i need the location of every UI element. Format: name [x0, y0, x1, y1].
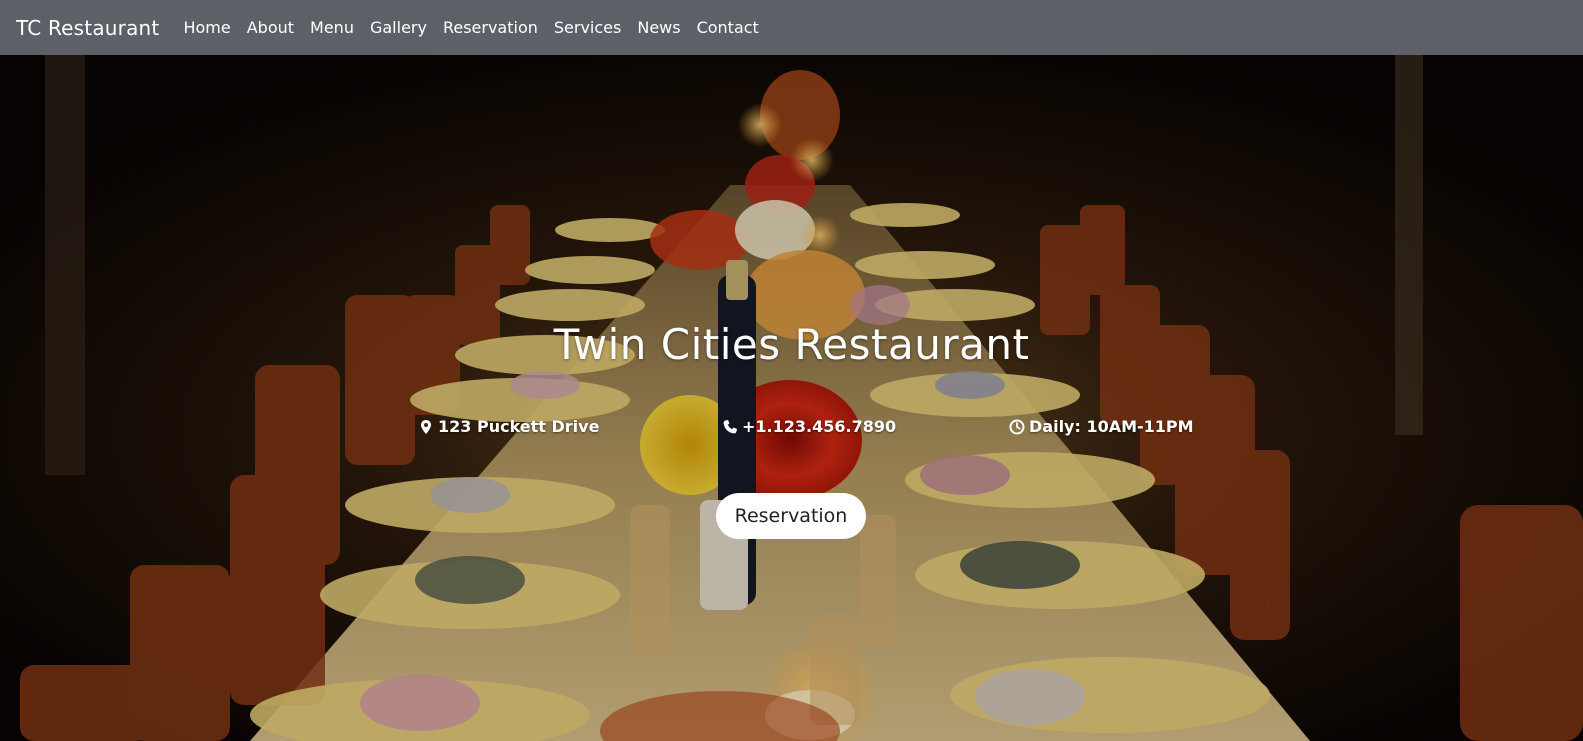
- nav-link-news[interactable]: News: [637, 18, 680, 37]
- nav-link-about[interactable]: About: [247, 18, 294, 37]
- map-marker-icon: [418, 419, 434, 435]
- hero-section: Twin Cities Restaurant 123 Puckett Drive…: [0, 55, 1583, 741]
- nav-links: Home About Menu Gallery Reservation Serv…: [183, 18, 774, 37]
- hours-info: Daily: 10AM-11PM: [1009, 417, 1194, 436]
- nav-link-contact[interactable]: Contact: [697, 18, 759, 37]
- phone-info: +1.123.456.7890: [722, 417, 896, 436]
- brand-logo[interactable]: TC Restaurant: [16, 16, 159, 40]
- hero-title: Twin Cities Restaurant: [553, 320, 1030, 369]
- nav-link-home[interactable]: Home: [183, 18, 230, 37]
- address-text: 123 Puckett Drive: [438, 417, 600, 436]
- hero-background-image: [0, 55, 1583, 741]
- nav-link-menu[interactable]: Menu: [310, 18, 354, 37]
- nav-link-services[interactable]: Services: [554, 18, 621, 37]
- address-info: 123 Puckett Drive: [418, 417, 599, 436]
- hours-text: Daily: 10AM-11PM: [1029, 417, 1194, 436]
- phone-icon: [722, 419, 738, 435]
- reservation-button[interactable]: Reservation: [716, 493, 866, 539]
- phone-text[interactable]: +1.123.456.7890: [742, 417, 896, 436]
- nav-link-gallery[interactable]: Gallery: [370, 18, 427, 37]
- nav-link-reservation[interactable]: Reservation: [443, 18, 538, 37]
- navbar: TC Restaurant Home About Menu Gallery Re…: [0, 0, 1583, 55]
- clock-icon: [1009, 419, 1025, 435]
